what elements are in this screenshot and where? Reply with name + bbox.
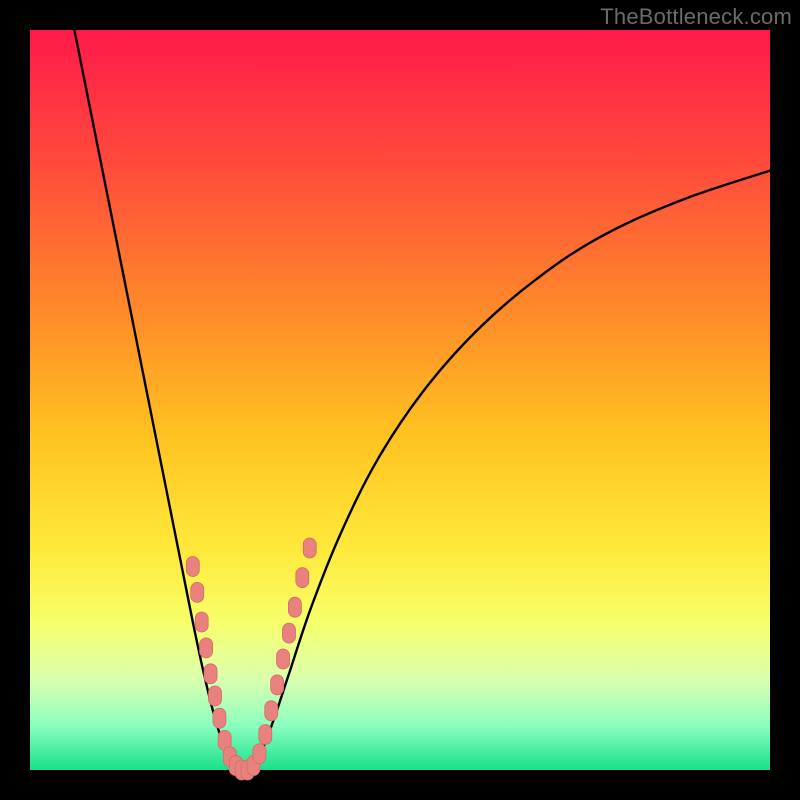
marker-point: [191, 582, 204, 602]
chart-frame: TheBottleneck.com: [0, 0, 800, 800]
marker-point: [209, 686, 222, 706]
curve-left-branch: [74, 30, 237, 770]
marker-point: [195, 612, 208, 632]
marker-point: [213, 708, 226, 728]
marker-point: [204, 664, 217, 684]
marker-point: [303, 538, 316, 558]
curve-right-branch: [252, 171, 770, 770]
marker-point: [259, 724, 272, 744]
markers-group: [186, 538, 316, 780]
marker-point: [265, 701, 278, 721]
marker-point: [288, 597, 301, 617]
marker-point: [200, 638, 213, 658]
watermark-text: TheBottleneck.com: [600, 4, 792, 30]
marker-point: [253, 744, 266, 764]
marker-point: [277, 649, 290, 669]
marker-point: [296, 568, 309, 588]
marker-point: [271, 675, 284, 695]
marker-point: [283, 623, 296, 643]
marker-point: [186, 557, 199, 577]
chart-svg: [30, 30, 770, 770]
